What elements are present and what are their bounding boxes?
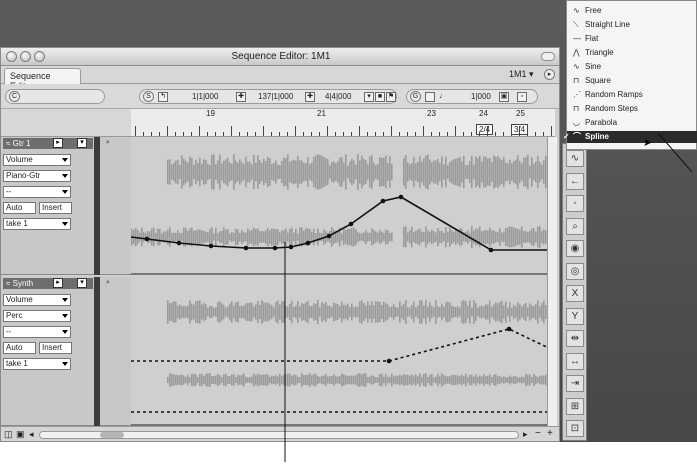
callout-lines: [284, 132, 693, 462]
callout-line: [657, 132, 693, 173]
